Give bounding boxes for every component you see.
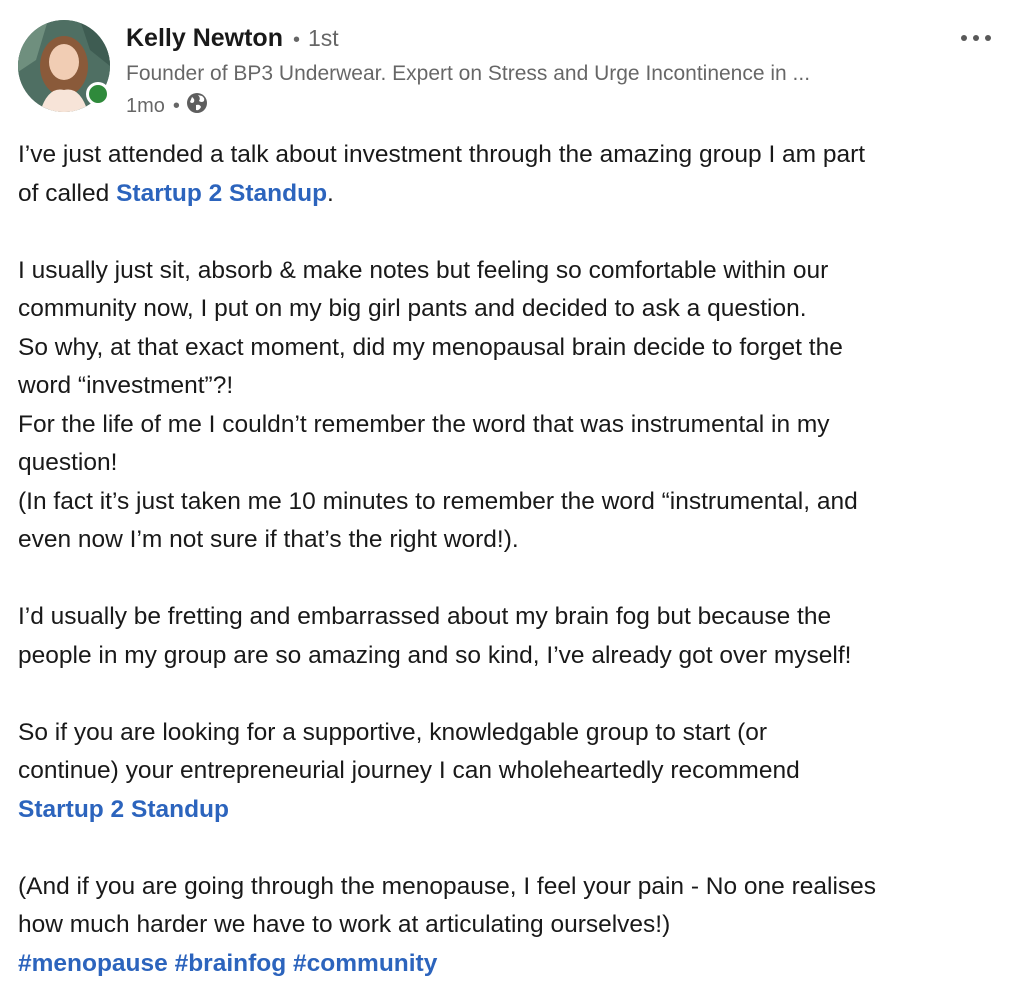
hashtag-link[interactable]: #community: [293, 950, 437, 977]
hashtag-link[interactable]: #menopause: [18, 950, 168, 977]
post-line: even now I’m not sure if that’s the righ…: [18, 526, 519, 553]
author-name[interactable]: Kelly Newton: [126, 24, 283, 53]
post-body: I’ve just attended a talk about investme…: [18, 136, 1008, 983]
more-dot: [973, 35, 979, 41]
post-line: people in my group are so amazing and so…: [18, 641, 852, 669]
hashtag-link[interactable]: #brainfog: [175, 950, 287, 977]
post-line: question!: [18, 449, 118, 476]
post-text: .: [327, 179, 334, 207]
globe-icon: [186, 92, 208, 120]
post-line: how much harder we have to work at artic…: [18, 911, 671, 938]
post-line: I’d usually be fretting and embarrassed …: [18, 603, 832, 630]
author-headline: Founder of BP3 Underwear. Expert on Stre…: [126, 62, 811, 85]
post-line: I usually just sit, absorb & make notes …: [18, 256, 829, 284]
author-avatar[interactable]: [18, 20, 110, 112]
post-time[interactable]: 1mo: [126, 95, 165, 118]
post-line: So if you are looking for a supportive, …: [18, 718, 768, 746]
post-line: For the life of me I couldn’t remember t…: [18, 410, 830, 438]
separator-dot: •: [172, 94, 180, 117]
more-options-button[interactable]: [952, 30, 1000, 46]
online-status-indicator: [86, 82, 110, 106]
more-dot: [985, 35, 991, 41]
post-line: continue) your entrepreneurial journey I…: [18, 757, 800, 784]
post-line: Startup 2 Standup: [18, 791, 1008, 830]
post-line: (In fact it’s just taken me 10 minutes t…: [18, 487, 858, 515]
post-line: community now, I put on my big girl pant…: [18, 295, 807, 322]
post-header: Kelly Newton • 1st Founder of BP3 Underw…: [0, 0, 1024, 120]
post-line: of called Startup 2 Standup.: [18, 175, 1008, 214]
hashtag-line: #menopause #brainfog #community: [18, 945, 1008, 984]
group-link[interactable]: Startup 2 Standup: [18, 796, 229, 823]
post-line: So why, at that exact moment, did my men…: [18, 333, 843, 361]
post-text: of called: [18, 179, 117, 207]
more-dot: [961, 35, 967, 41]
group-link[interactable]: Startup 2 Standup: [116, 180, 327, 207]
connection-degree: 1st: [308, 25, 339, 51]
post-line: word “investment”?!: [18, 372, 234, 399]
separator-dot: •: [292, 29, 300, 51]
post-line: (And if you are going through the menopa…: [18, 872, 877, 900]
post-line: I’ve just attended a talk about investme…: [18, 141, 866, 168]
